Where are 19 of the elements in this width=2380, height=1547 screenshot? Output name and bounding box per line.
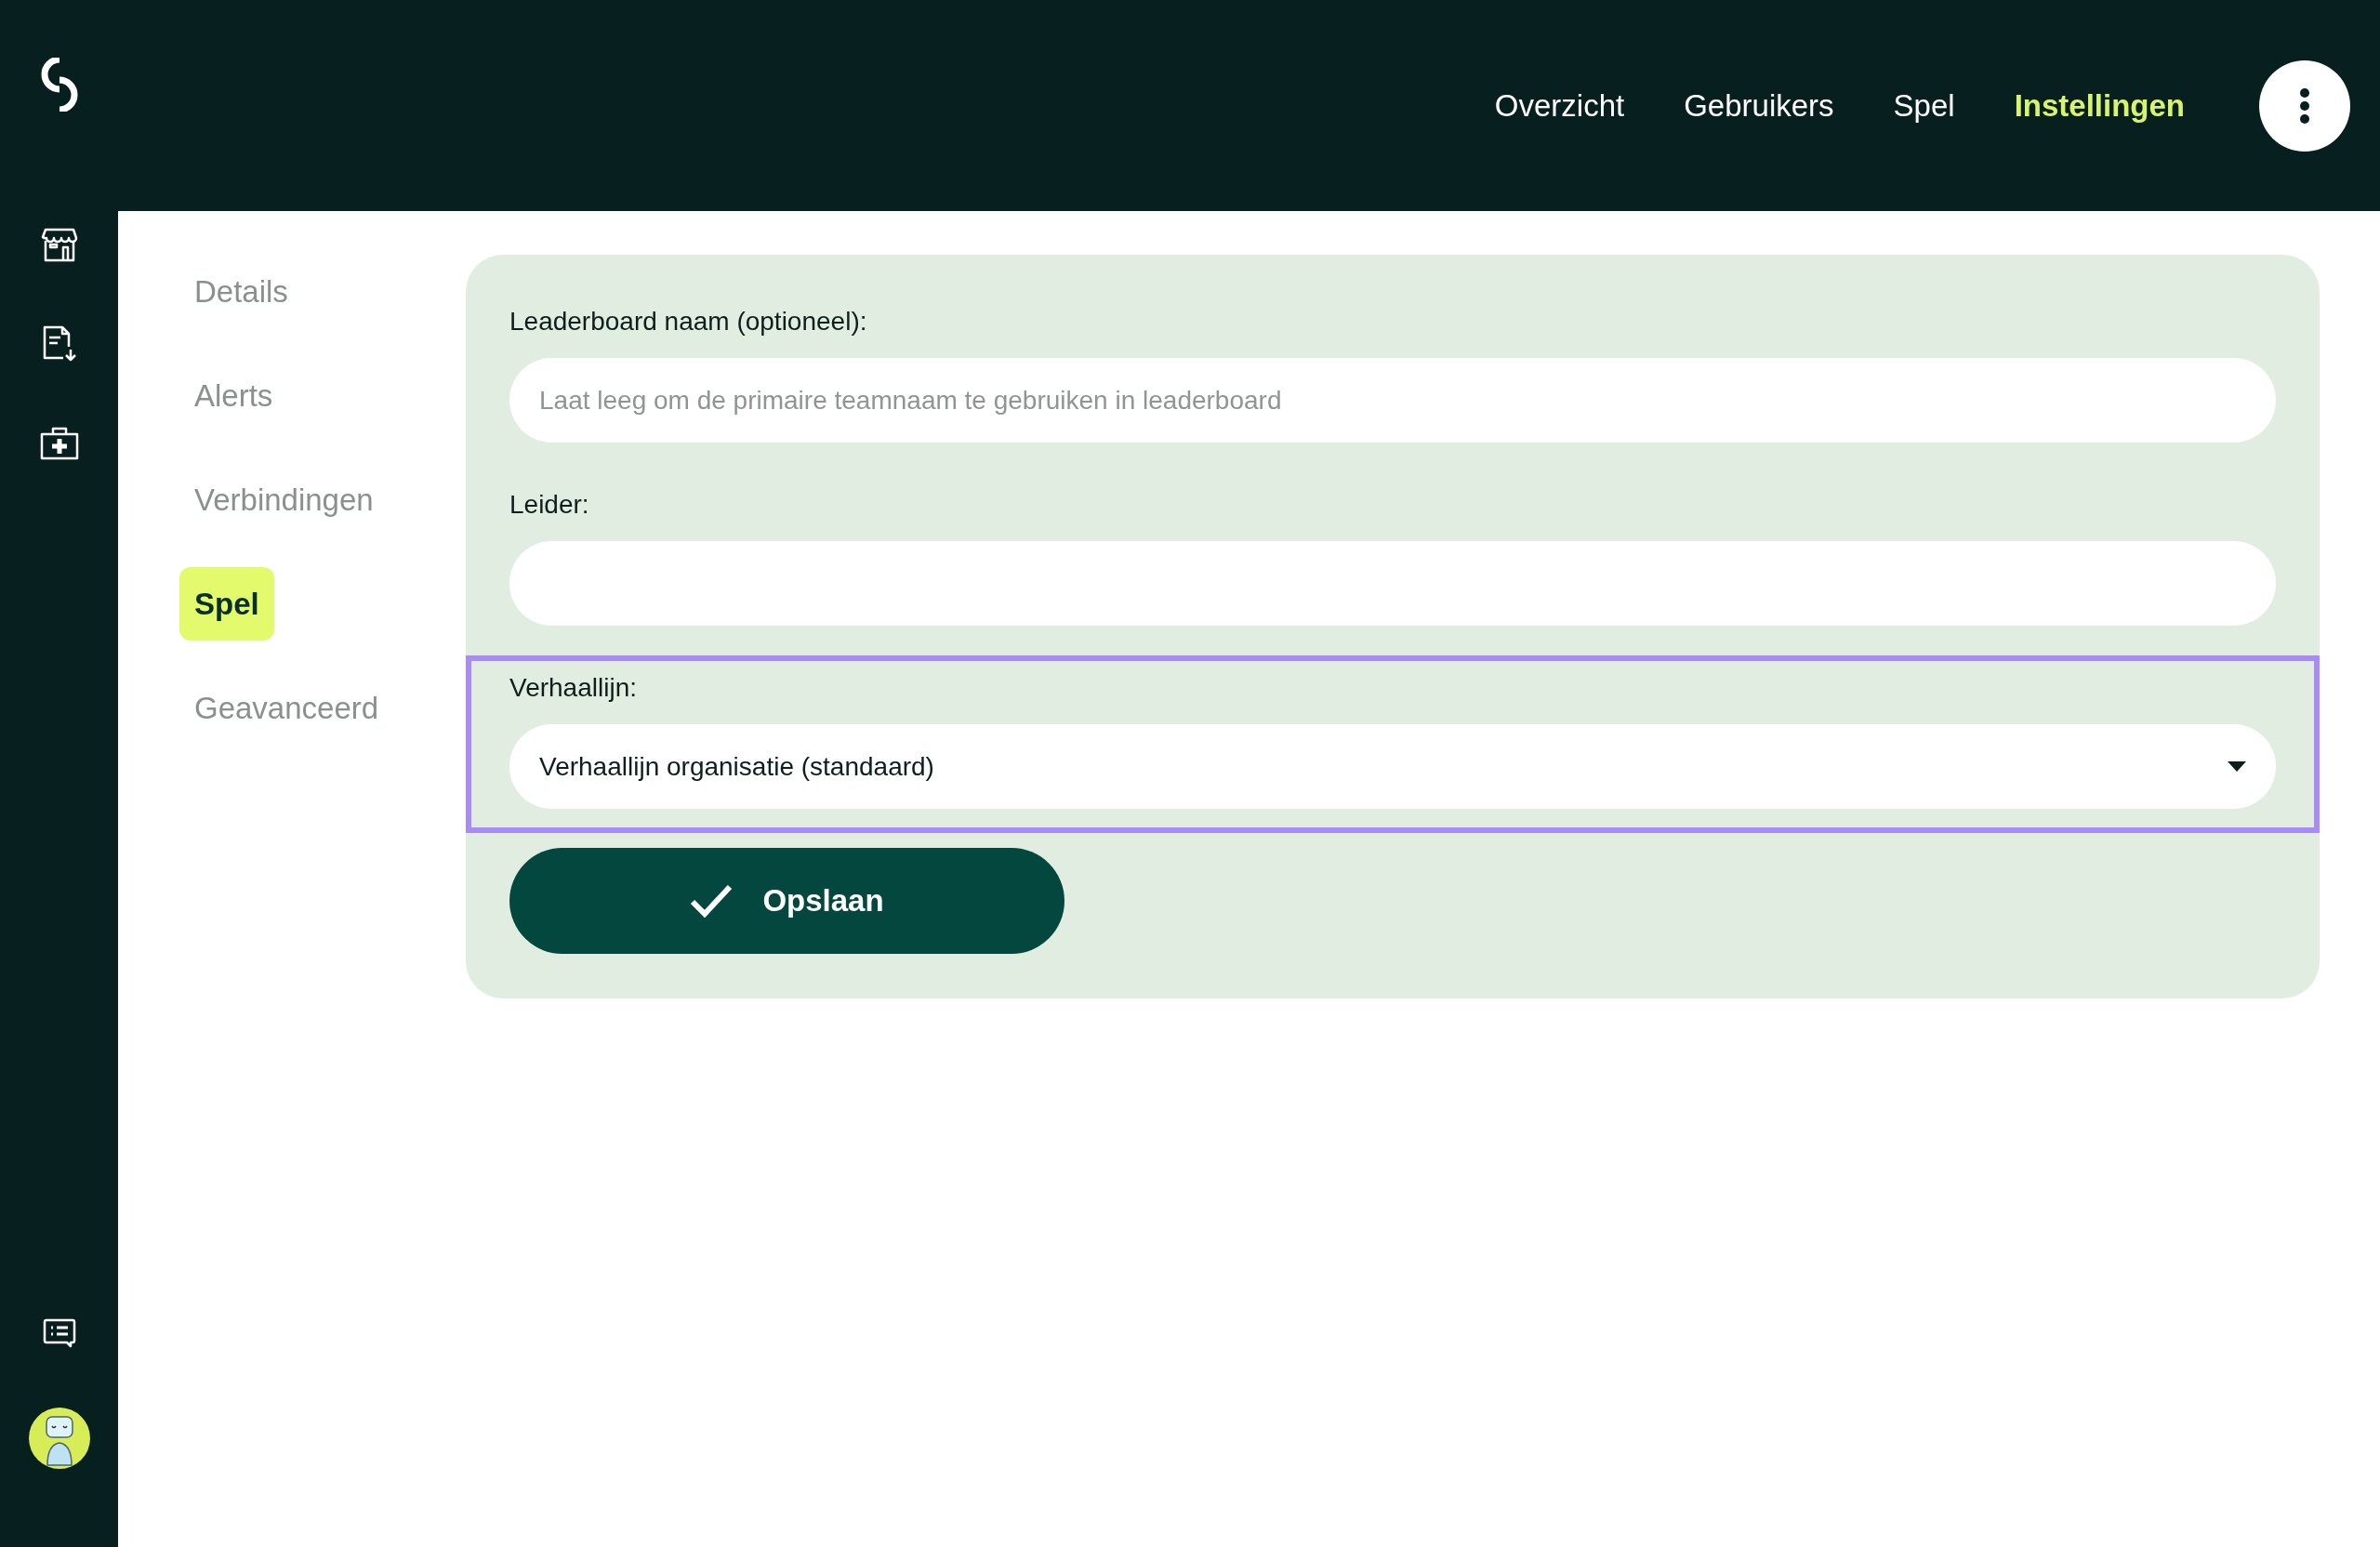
nav-link[interactable]: Gebruikers [1684,87,1834,124]
caret-down-icon [2228,761,2246,772]
field-label: Leaderboard naam (optioneel): [509,306,868,337]
logo-icon[interactable] [40,58,78,112]
nav-link[interactable]: Spel [1893,87,1955,124]
nav-link[interactable]: Instellingen [2014,87,2185,124]
text-input-field[interactable]: Laat leeg om de primaire teamnaam te gebruiken in leaderboard [509,358,2276,443]
select-field[interactable]: Verhaallijn organisatie (standaard) [509,724,2276,809]
chat-list-icon[interactable] [42,1318,76,1348]
field-label: Verhaallijn: [509,672,638,704]
first-aid-kit-icon[interactable] [39,425,79,460]
settings-nav-item[interactable]: Spel [179,567,274,641]
more-vertical-icon [2298,86,2311,125]
checkmark-icon [690,884,734,918]
storefront-icon[interactable] [40,226,78,263]
nav-link[interactable]: Overzicht [1494,87,1625,124]
avatar-icon[interactable] [28,1408,90,1469]
field-label: Leider: [509,489,590,521]
save-button[interactable]: Opslaan [509,848,1064,954]
